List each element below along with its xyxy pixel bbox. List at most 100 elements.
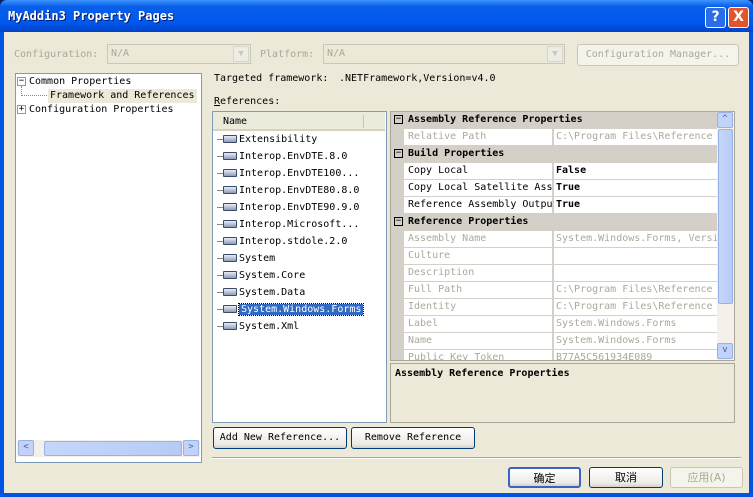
platform-select[interactable]: N/A ▼ xyxy=(323,44,565,64)
tree-item-configuration-properties[interactable]: + Configuration Properties xyxy=(17,103,174,117)
property-value: C:\Program Files\Reference xyxy=(554,282,717,298)
property-row[interactable]: Copy Local False xyxy=(391,163,717,180)
property-row[interactable]: Copy Local Satellite Ass True xyxy=(391,180,717,197)
property-name: Public Key Token xyxy=(404,350,553,360)
tree-item-framework-and-references[interactable]: Framework and References xyxy=(48,89,197,103)
horizontal-scrollbar[interactable]: < > xyxy=(17,440,200,457)
remove-reference-button[interactable]: Remove Reference xyxy=(351,427,475,449)
property-name: Reference Assembly Outpu xyxy=(404,197,553,213)
reference-label: System.Data xyxy=(239,287,306,298)
assembly-icon xyxy=(223,254,237,262)
property-value: C:\Program Files\Reference xyxy=(554,299,717,315)
add-new-reference-button[interactable]: Add New Reference... xyxy=(213,427,347,449)
reference-item[interactable]: System.Core xyxy=(217,268,305,284)
property-value[interactable]: False xyxy=(554,163,717,179)
property-row[interactable]: Identity C:\Program Files\Reference xyxy=(391,299,717,316)
assembly-icon xyxy=(223,220,237,228)
property-value xyxy=(554,248,717,264)
property-row[interactable]: Description xyxy=(391,265,717,282)
property-row[interactable]: Public Key Token B77A5C561934E089 xyxy=(391,350,717,360)
scrollbar-thumb[interactable] xyxy=(44,441,182,456)
chevron-down-icon: ▼ xyxy=(547,46,563,62)
property-name: Name xyxy=(404,333,553,349)
assembly-icon xyxy=(223,237,237,245)
property-name: Copy Local xyxy=(404,163,553,179)
reference-item[interactable]: Extensibility xyxy=(217,132,317,148)
reference-label: Interop.Microsoft... xyxy=(239,219,360,230)
property-row[interactable]: Full Path C:\Program Files\Reference xyxy=(391,282,717,299)
scrollbar-thumb[interactable] xyxy=(718,129,733,304)
property-row[interactable]: Culture xyxy=(391,248,717,265)
vertical-scrollbar[interactable]: ^ v xyxy=(717,112,734,360)
reference-label: System xyxy=(239,253,276,264)
assembly-icon xyxy=(223,152,237,160)
cancel-button[interactable]: 取消 xyxy=(589,467,663,488)
property-name: Label xyxy=(404,316,553,332)
property-category[interactable]: − Reference Properties xyxy=(391,214,717,231)
ok-button[interactable]: 确定 xyxy=(508,467,581,488)
reference-item[interactable]: Interop.Microsoft... xyxy=(217,217,359,233)
references-list[interactable]: Name Extensibility Interop.EnvDTE.8.0 Inte… xyxy=(212,111,387,423)
reference-item[interactable]: System xyxy=(217,251,275,267)
property-value: System.Windows.Forms xyxy=(554,333,717,349)
property-name: Assembly Name xyxy=(404,231,553,247)
property-row[interactable]: Relative Path C:\Program Files\Reference xyxy=(391,129,717,146)
property-row[interactable]: Reference Assembly Outpu True xyxy=(391,197,717,214)
reference-item[interactable]: Interop.EnvDTE.8.0 xyxy=(217,149,347,165)
property-category[interactable]: − Assembly Reference Properties xyxy=(391,112,717,129)
expand-icon[interactable]: + xyxy=(17,104,26,114)
property-value[interactable]: True xyxy=(554,197,717,213)
assembly-icon xyxy=(223,203,237,211)
reference-item[interactable]: Interop.EnvDTE100... xyxy=(217,166,359,182)
property-grid[interactable]: − Assembly Reference Properties Relative P… xyxy=(390,111,735,361)
apply-button[interactable]: 应用(A) xyxy=(670,467,743,488)
column-header-name[interactable]: Name xyxy=(213,112,385,131)
property-name: Full Path xyxy=(404,282,553,298)
reference-item[interactable]: Interop.EnvDTE80.8.0 xyxy=(217,183,359,199)
configuration-select[interactable]: N/A ▼ xyxy=(107,44,251,64)
tree-item-common-properties[interactable]: − Common Properties xyxy=(17,75,131,89)
property-category[interactable]: − Build Properties xyxy=(391,146,717,163)
configuration-value: N/A xyxy=(111,48,130,59)
assembly-icon xyxy=(223,305,237,313)
property-value[interactable]: True xyxy=(554,180,717,196)
reference-label: Interop.EnvDTE.8.0 xyxy=(239,151,348,162)
assembly-icon xyxy=(223,271,237,279)
separator xyxy=(212,457,741,459)
reference-item[interactable]: Interop.EnvDTE90.9.0 xyxy=(217,200,359,216)
reference-label: System.Xml xyxy=(239,321,300,332)
reference-item[interactable]: System.Data xyxy=(217,285,305,301)
platform-value: N/A xyxy=(327,48,346,59)
references-label: References: xyxy=(214,96,281,107)
close-button[interactable]: X xyxy=(728,7,749,28)
property-name: Description xyxy=(404,265,553,281)
reference-label: Interop.EnvDTE100... xyxy=(239,168,360,179)
property-row[interactable]: Name System.Windows.Forms xyxy=(391,333,717,350)
reference-label: Extensibility xyxy=(239,134,318,145)
scroll-down-icon[interactable]: v xyxy=(717,343,733,359)
reference-item[interactable]: System.Xml xyxy=(217,319,299,335)
scroll-right-icon[interactable]: > xyxy=(183,440,199,456)
collapse-icon[interactable]: − xyxy=(17,76,26,86)
title-bar[interactable]: MyAddin3 Property Pages ? X xyxy=(0,0,753,32)
configuration-manager-button[interactable]: Configuration Manager... xyxy=(577,44,739,66)
collapse-icon[interactable]: − xyxy=(394,115,403,124)
help-button[interactable]: ? xyxy=(705,7,726,28)
collapse-icon[interactable]: − xyxy=(394,217,403,226)
reference-label: System.Windows.Forms xyxy=(237,303,365,316)
property-name: Relative Path xyxy=(404,129,553,145)
property-row[interactable]: Label System.Windows.Forms xyxy=(391,316,717,333)
category-label: Assembly Reference Properties xyxy=(408,114,583,125)
category-tree[interactable]: − Common Properties Framework and Referen… xyxy=(15,73,202,463)
reference-item[interactable]: Interop.stdole.2.0 xyxy=(217,234,347,250)
scroll-left-icon[interactable]: < xyxy=(18,440,34,456)
column-header-label: Name xyxy=(223,116,248,127)
property-row[interactable]: Assembly Name System.Windows.Forms, Versi xyxy=(391,231,717,248)
assembly-icon xyxy=(223,322,237,330)
reference-item[interactable]: System.Windows.Forms xyxy=(217,302,365,318)
scroll-up-icon[interactable]: ^ xyxy=(717,112,733,128)
property-description-pane: Assembly Reference Properties xyxy=(390,363,735,423)
targeted-framework-value: .NETFramework,Version=v4.0 xyxy=(339,73,496,84)
assembly-icon xyxy=(223,288,237,296)
collapse-icon[interactable]: − xyxy=(394,149,403,158)
